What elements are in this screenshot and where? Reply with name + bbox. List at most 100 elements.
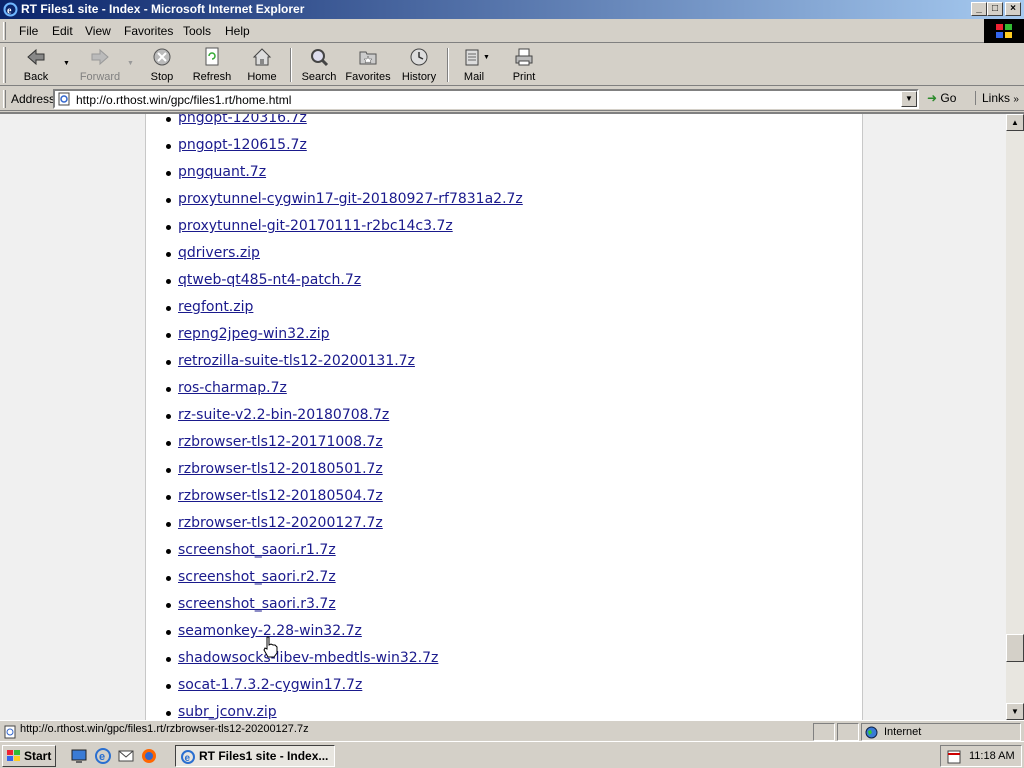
mail-button[interactable]: Mail bbox=[456, 46, 492, 84]
menu-file[interactable]: File bbox=[19, 24, 38, 38]
search-button[interactable]: Search bbox=[298, 46, 340, 84]
show-desktop-icon[interactable] bbox=[70, 747, 88, 765]
close-button[interactable]: × bbox=[1005, 2, 1021, 16]
file-link[interactable]: rzbrowser-tls12-20180504.7z bbox=[178, 488, 383, 504]
back-button[interactable]: Back bbox=[14, 46, 58, 84]
menu-grip[interactable] bbox=[3, 22, 6, 40]
file-link[interactable]: screenshot_saori.r3.7z bbox=[178, 596, 336, 612]
back-dropdown-icon[interactable]: ▼ bbox=[63, 60, 70, 67]
start-button[interactable]: Start bbox=[2, 745, 56, 767]
file-link[interactable]: subr_jconv.zip bbox=[178, 704, 277, 720]
scroll-up-button[interactable]: ▲ bbox=[1006, 114, 1024, 131]
menu-edit[interactable]: Edit bbox=[52, 24, 73, 38]
toolbar-separator bbox=[447, 48, 449, 82]
scroll-down-button[interactable]: ▼ bbox=[1006, 703, 1024, 720]
bullet-icon bbox=[166, 117, 171, 122]
bullet-icon bbox=[166, 468, 171, 473]
address-url: http://o.rthost.win/gpc/files1.rt/home.h… bbox=[76, 93, 292, 107]
links-button[interactable]: Links » bbox=[975, 91, 1019, 105]
print-icon bbox=[515, 48, 533, 66]
menu-bar: File Edit View Favorites Tools Help bbox=[0, 19, 1024, 43]
home-icon bbox=[252, 48, 272, 66]
file-link[interactable]: socat-1.7.3.2-cygwin17.7z bbox=[178, 677, 362, 693]
file-link[interactable]: rz-suite-v2.2-bin-20180708.7z bbox=[178, 407, 389, 423]
file-link[interactable]: screenshot_saori.r2.7z bbox=[178, 569, 336, 585]
page-icon bbox=[58, 92, 70, 106]
scroll-thumb[interactable] bbox=[1006, 634, 1024, 662]
file-link[interactable]: screenshot_saori.r1.7z bbox=[178, 542, 336, 558]
file-link[interactable]: regfont.zip bbox=[178, 299, 253, 315]
history-icon bbox=[410, 48, 428, 66]
outlook-express-icon[interactable] bbox=[117, 747, 135, 765]
file-link[interactable]: proxytunnel-git-20170111-r2bc14c3.7z bbox=[178, 218, 453, 234]
menu-tools[interactable]: Tools bbox=[183, 24, 211, 38]
file-link[interactable]: pngopt-120316.7z bbox=[178, 114, 307, 126]
ie-logo-icon: e bbox=[3, 2, 18, 17]
chevron-right-icon: » bbox=[1013, 94, 1019, 105]
link-page-icon bbox=[4, 725, 16, 739]
bullet-icon bbox=[166, 225, 171, 230]
home-button[interactable]: Home bbox=[242, 46, 282, 84]
svg-text:e: e bbox=[99, 751, 105, 763]
standard-toolbar: Back ▼ Forward ▼ Stop Refresh Home Searc… bbox=[0, 44, 1024, 86]
bullet-icon bbox=[166, 630, 171, 635]
scheduler-icon[interactable] bbox=[946, 749, 962, 765]
bullet-icon bbox=[166, 711, 171, 716]
file-link[interactable]: qdrivers.zip bbox=[178, 245, 260, 261]
file-link[interactable]: repng2jpeg-win32.zip bbox=[178, 326, 330, 342]
bullet-icon bbox=[166, 657, 171, 662]
taskbar: Start e e RT Files1 site - Index... 11:1… bbox=[0, 741, 1024, 768]
address-dropdown-icon[interactable]: ▼ bbox=[901, 91, 917, 107]
go-button[interactable]: ➜ Go bbox=[927, 91, 956, 105]
history-button[interactable]: History bbox=[398, 46, 440, 84]
status-bar: http://o.rthost.win/gpc/files1.rt/rzbrow… bbox=[0, 720, 1024, 741]
stop-icon bbox=[153, 48, 171, 66]
vertical-scrollbar[interactable]: ▲ ▼ bbox=[1006, 114, 1024, 720]
maximize-button[interactable]: □ bbox=[987, 2, 1003, 16]
hand-cursor-icon bbox=[263, 636, 278, 658]
bullet-icon bbox=[166, 522, 171, 527]
print-button[interactable]: Print bbox=[506, 46, 542, 84]
forward-arrow-icon bbox=[91, 48, 109, 66]
address-bar: Address http://o.rthost.win/gpc/files1.r… bbox=[0, 87, 1024, 111]
toolbar-grip[interactable] bbox=[3, 47, 6, 83]
stop-button[interactable]: Stop bbox=[142, 46, 182, 84]
bullet-icon bbox=[166, 549, 171, 554]
refresh-icon bbox=[205, 47, 219, 66]
forward-button[interactable]: Forward bbox=[76, 46, 124, 84]
address-input[interactable]: http://o.rthost.win/gpc/files1.rt/home.h… bbox=[53, 89, 919, 109]
file-link[interactable]: rzbrowser-tls12-20180501.7z bbox=[178, 461, 383, 477]
file-link[interactable]: retrozilla-suite-tls12-20200131.7z bbox=[178, 353, 415, 369]
back-arrow-icon bbox=[27, 48, 45, 66]
security-zone: Internet bbox=[861, 723, 1021, 741]
menu-help[interactable]: Help bbox=[225, 24, 250, 38]
file-link[interactable]: qtweb-qt485-nt4-patch.7z bbox=[178, 272, 361, 288]
refresh-button[interactable]: Refresh bbox=[190, 46, 234, 84]
file-link[interactable]: rzbrowser-tls12-20171008.7z bbox=[178, 434, 383, 450]
bullet-icon bbox=[166, 414, 171, 419]
favorites-button[interactable]: Favorites bbox=[344, 46, 392, 84]
file-link[interactable]: shadowsocks-libev-mbedtls-win32.7z bbox=[178, 650, 438, 666]
internet-explorer-icon[interactable]: e bbox=[94, 747, 112, 765]
file-link[interactable]: rzbrowser-tls12-20200127.7z bbox=[178, 515, 383, 531]
address-grip[interactable] bbox=[3, 90, 6, 108]
title-bar: e RT Files1 site - Index - Microsoft Int… bbox=[0, 0, 1024, 19]
file-link[interactable]: pngopt-120615.7z bbox=[178, 137, 307, 153]
bullet-icon bbox=[166, 360, 171, 365]
window-title: RT Files1 site - Index - Microsoft Inter… bbox=[21, 2, 305, 16]
forward-dropdown-icon[interactable]: ▼ bbox=[127, 60, 134, 67]
mail-dropdown-icon[interactable]: ▼ bbox=[483, 54, 490, 61]
file-link[interactable]: pngquant.7z bbox=[178, 164, 266, 180]
firefox-icon[interactable] bbox=[140, 747, 158, 765]
file-link[interactable]: proxytunnel-cygwin17-git-20180927-rf7831… bbox=[178, 191, 523, 207]
minimize-button[interactable]: _ bbox=[971, 2, 987, 16]
menu-view[interactable]: View bbox=[85, 24, 111, 38]
bullet-icon bbox=[166, 495, 171, 500]
bullet-icon bbox=[166, 198, 171, 203]
bullet-icon bbox=[166, 144, 171, 149]
menu-favorites[interactable]: Favorites bbox=[124, 24, 173, 38]
file-link[interactable]: ros-charmap.7z bbox=[178, 380, 287, 396]
task-button-ie[interactable]: e RT Files1 site - Index... bbox=[175, 745, 335, 767]
bullet-icon bbox=[166, 603, 171, 608]
toolbar-separator bbox=[290, 48, 292, 82]
